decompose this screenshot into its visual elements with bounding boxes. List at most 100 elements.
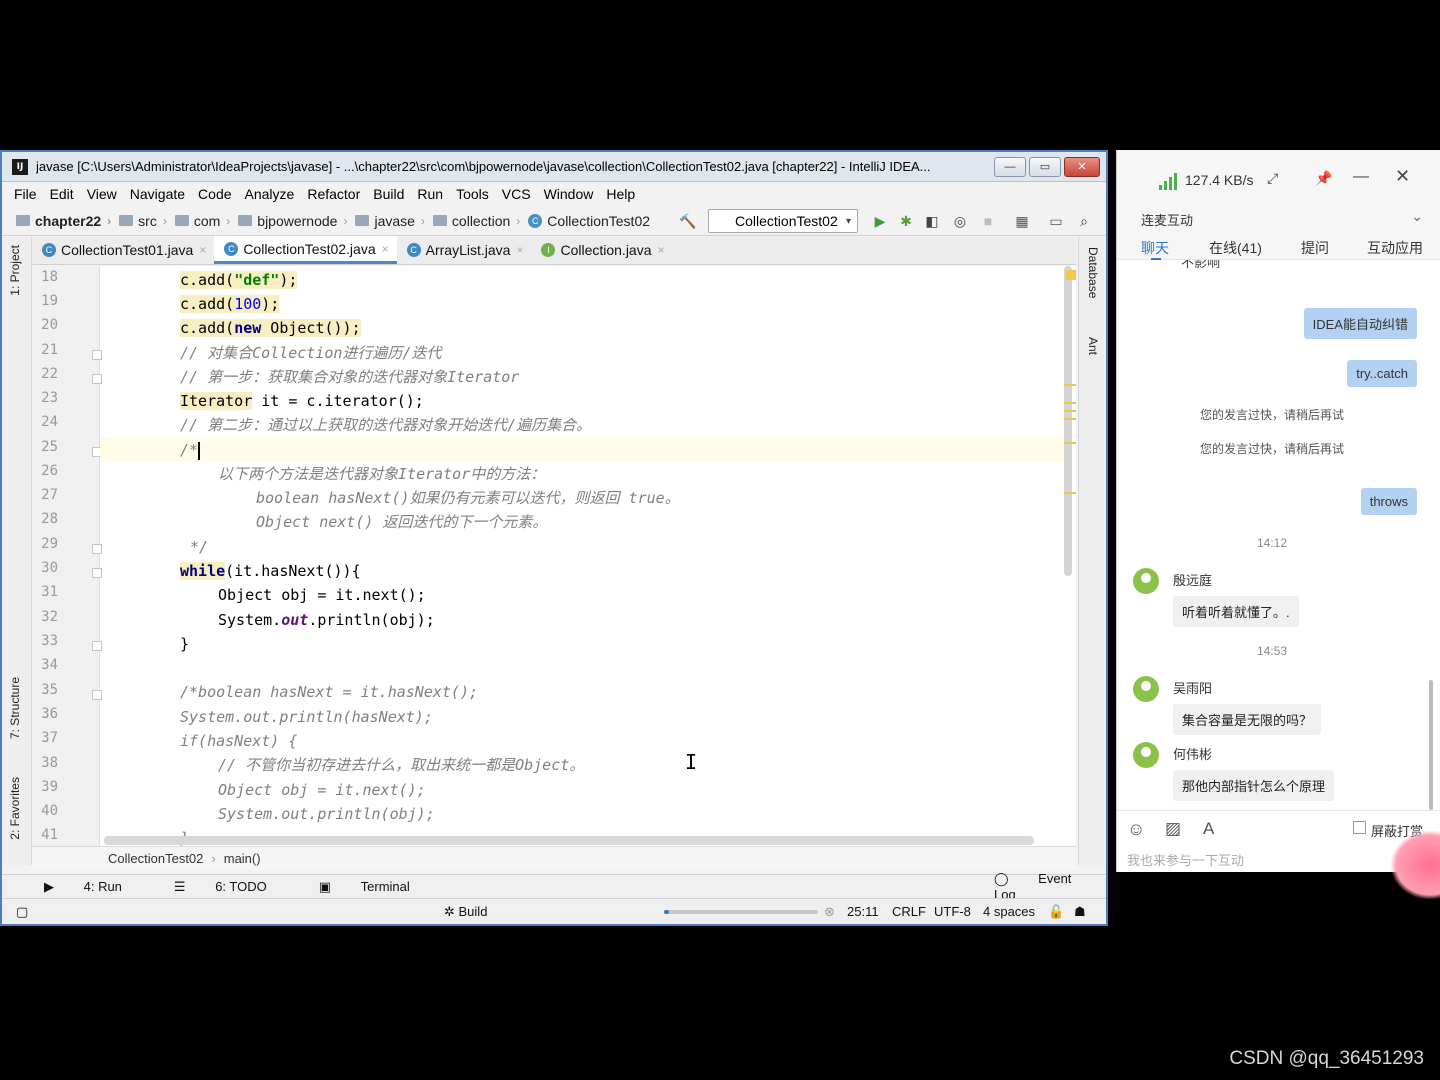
error-stripe-marker[interactable] [1064, 442, 1076, 444]
tab-arraylist[interactable]: C ArrayList.java × [397, 236, 532, 264]
error-stripe-marker[interactable] [1064, 384, 1076, 386]
favorites-tab[interactable]: 2: Favorites [8, 777, 22, 840]
menu-vcs[interactable]: VCS [502, 186, 531, 202]
file-encoding[interactable]: UTF-8 [934, 904, 971, 919]
run-tool-button[interactable]: ▶ 4: Run [44, 879, 148, 895]
avatar[interactable] [1133, 676, 1159, 702]
terminal-tool-button[interactable]: ▣ Terminal [319, 879, 436, 895]
channel-select[interactable]: 连麦互动 [1141, 210, 1193, 229]
debug-icon[interactable]: ✱ [898, 213, 914, 229]
menu-analyze[interactable]: Analyze [245, 186, 295, 202]
close-button[interactable]: ✕ [1064, 156, 1100, 177]
block-tips-checkbox[interactable] [1353, 821, 1366, 834]
build-status[interactable]: ✲ Build [444, 904, 487, 920]
hammer-icon[interactable]: 🔨 [679, 213, 696, 229]
crumb-com[interactable]: com › [174, 213, 230, 229]
username[interactable]: 殷远庭 [1173, 570, 1212, 589]
menu-navigate[interactable]: Navigate [130, 186, 185, 202]
tab-collection[interactable]: I Collection.java × [531, 236, 672, 264]
profile-icon[interactable]: ◎ [952, 213, 968, 229]
font-icon[interactable]: A [1203, 819, 1214, 839]
lock-icon[interactable]: 🔓 [1048, 904, 1064, 920]
tab-collectiontest02[interactable]: C CollectionTest02.java × [214, 236, 397, 264]
class-icon: C [224, 241, 239, 256]
menu-tools[interactable]: Tools [456, 186, 489, 202]
close-icon[interactable]: ✕ [1395, 166, 1410, 187]
todo-tool-button[interactable]: ☰ 6: TODO [174, 879, 293, 895]
menu-file[interactable]: File [14, 186, 37, 202]
username[interactable]: 何伟彬 [1173, 744, 1212, 763]
menu-view[interactable]: View [87, 186, 117, 202]
avatar[interactable] [1133, 568, 1159, 594]
menu-window[interactable]: Window [544, 186, 594, 202]
close-icon[interactable]: × [658, 243, 665, 257]
error-stripe-marker[interactable] [1064, 492, 1076, 494]
breadcrumb-method[interactable]: main() [224, 851, 261, 866]
run-config-select[interactable]: CollectionTest02 ▾ [708, 209, 858, 233]
expand-icon[interactable]: ⤢ [1267, 170, 1278, 187]
run-icon[interactable]: ▶ [872, 213, 888, 229]
minimize-button[interactable]: — [994, 156, 1026, 177]
maximize-button[interactable]: ▭ [1029, 156, 1061, 177]
emoji-icon[interactable]: ☺ [1127, 819, 1145, 840]
crumb-collection[interactable]: collection › [432, 213, 520, 229]
chevron-down-icon[interactable]: ⌄ [1411, 208, 1423, 225]
pin-icon[interactable]: 📌 [1315, 170, 1332, 187]
indent-setting[interactable]: 4 spaces [983, 904, 1035, 919]
minimize-icon[interactable]: — [1353, 168, 1369, 186]
tab-online[interactable]: 在线(41) [1209, 238, 1262, 258]
analysis-status-icon[interactable] [1066, 270, 1076, 280]
menu-run[interactable]: Run [417, 186, 443, 202]
window-icon[interactable]: ▭ [1048, 213, 1064, 229]
horizontal-scrollbar[interactable] [104, 836, 1034, 845]
breadcrumb-separator: › [211, 851, 216, 866]
line-number: 25 [41, 439, 58, 455]
tab-interactive-apps[interactable]: 互动应用 [1367, 238, 1423, 258]
menu-edit[interactable]: Edit [50, 186, 74, 202]
code-line: /*boolean hasNext = it.hasNext(); [180, 683, 479, 701]
build-progress-fill [664, 910, 669, 914]
tab-chat[interactable]: 聊天 [1141, 238, 1169, 258]
line-separator[interactable]: CRLF [892, 904, 926, 919]
coverage-icon[interactable]: ◧ [924, 213, 940, 229]
close-icon[interactable]: × [382, 242, 389, 256]
close-icon[interactable]: × [516, 243, 523, 257]
chat-scrollbar[interactable] [1429, 680, 1433, 810]
crumb-src[interactable]: src › [119, 213, 167, 229]
inspector-icon[interactable]: ☗ [1074, 904, 1086, 920]
stop-icon[interactable]: ■ [980, 213, 996, 229]
code-area[interactable]: c.add("def"); c.add(100); c.add(new Obje… [100, 266, 1068, 846]
crumb-javase[interactable]: javase › [355, 213, 425, 229]
menu-code[interactable]: Code [198, 186, 231, 202]
project-tab[interactable]: 1: Project [8, 245, 22, 296]
tab-questions[interactable]: 提问 [1301, 238, 1329, 258]
ant-tab[interactable]: Ant [1086, 337, 1100, 355]
breadcrumb-class[interactable]: CollectionTest02 [108, 851, 203, 866]
username[interactable]: 吴雨阳 [1173, 678, 1212, 697]
code-editor[interactable]: 18 19 20 21 22 23 24 25 26 27 28 29 30 3… [32, 266, 1076, 846]
cancel-build-icon[interactable]: ⊗ [824, 904, 835, 920]
avatar[interactable] [1133, 742, 1159, 768]
image-icon[interactable]: ▨ [1165, 819, 1181, 839]
close-icon[interactable]: × [199, 243, 206, 257]
structure-tab[interactable]: 7: Structure [8, 677, 22, 739]
error-stripe-marker[interactable] [1064, 418, 1076, 420]
error-stripe-marker[interactable] [1064, 402, 1076, 404]
crumb-chapter22[interactable]: chapter22 › [16, 213, 111, 229]
search-icon[interactable]: ⌕ [1076, 213, 1092, 229]
caret-position[interactable]: 25:11 [847, 904, 879, 919]
menu-help[interactable]: Help [606, 186, 635, 202]
tab-collectiontest01[interactable]: C CollectionTest01.java × [32, 236, 214, 264]
vertical-scrollbar[interactable] [1064, 266, 1072, 576]
menu-build[interactable]: Build [373, 186, 404, 202]
line-number: 34 [41, 657, 58, 673]
error-stripe-marker[interactable] [1064, 410, 1076, 412]
crumb-class[interactable]: C CollectionTest02 [528, 213, 650, 229]
database-tab[interactable]: Database [1086, 247, 1100, 298]
layout-toggle-icon[interactable]: ▢ [16, 904, 28, 920]
project-structure-icon[interactable]: ▦ [1014, 213, 1030, 229]
code-line: Object obj = it.next(); [218, 586, 426, 604]
chat-top-bar: 127.4 KB/s ⤢ 📌 — ✕ [1117, 150, 1440, 208]
menu-refactor[interactable]: Refactor [307, 186, 360, 202]
crumb-bjpowernode[interactable]: bjpowernode › [238, 213, 347, 229]
